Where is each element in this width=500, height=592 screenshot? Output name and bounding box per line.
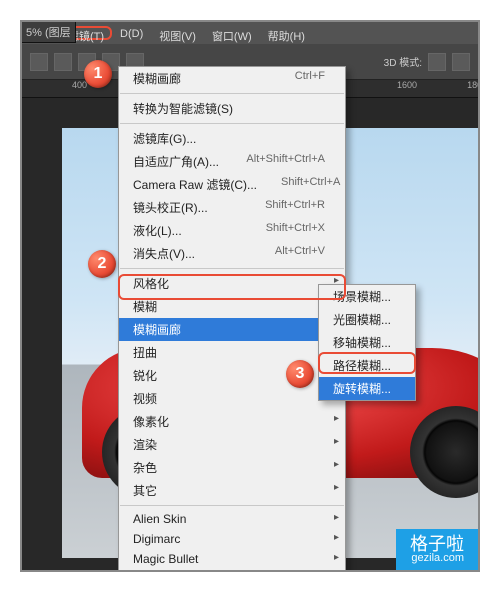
menu-item-blur-gallery[interactable]: 模糊画廊 bbox=[119, 318, 345, 341]
submenu-item-spin-blur[interactable]: 旋转模糊... bbox=[319, 377, 415, 400]
annotation-badge-3: 3 bbox=[286, 360, 314, 388]
submenu-item-tilt-shift[interactable]: 移轴模糊... bbox=[319, 331, 415, 354]
menu-item-other[interactable]: 其它 bbox=[119, 479, 345, 502]
menu-item-blur[interactable]: 模糊 bbox=[119, 295, 345, 318]
submenu-item-path-blur[interactable]: 路径模糊... bbox=[319, 354, 415, 377]
menu-view[interactable]: 视图(V) bbox=[151, 26, 204, 40]
menu-item-adaptive-wide[interactable]: 自适应广角(A)...Alt+Shift+Ctrl+A bbox=[119, 150, 345, 173]
annotation-badge-1: 1 bbox=[84, 60, 112, 88]
submenu-item-iris-blur[interactable]: 光圈模糊... bbox=[319, 308, 415, 331]
menu-item-red-giant[interactable]: Red Giant Software bbox=[119, 569, 345, 572]
menu-item-last-filter[interactable]: 模糊画廊Ctrl+F bbox=[119, 67, 345, 90]
menu-separator bbox=[120, 505, 344, 506]
menu-item-smart-filter[interactable]: 转换为智能滤镜(S) bbox=[119, 97, 345, 120]
menu-d[interactable]: D(D) bbox=[112, 26, 151, 40]
tool-icon[interactable] bbox=[54, 53, 72, 71]
menu-item-render[interactable]: 渲染 bbox=[119, 433, 345, 456]
zoom-label: 5% (图层 bbox=[22, 22, 76, 43]
menu-item-magic-bullet[interactable]: Magic Bullet bbox=[119, 549, 345, 569]
menu-separator bbox=[120, 93, 344, 94]
menu-item-noise[interactable]: 杂色 bbox=[119, 456, 345, 479]
blur-gallery-submenu: 场景模糊... 光圈模糊... 移轴模糊... 路径模糊... 旋转模糊... bbox=[318, 284, 416, 401]
menu-item-distort[interactable]: 扭曲 bbox=[119, 341, 345, 364]
ruler-mark: 1800 bbox=[467, 80, 480, 97]
ruler-mark: 400 bbox=[72, 80, 87, 97]
menu-item-lens-correction[interactable]: 镜头校正(R)...Shift+Ctrl+R bbox=[119, 196, 345, 219]
watermark-brand: 格子啦 bbox=[410, 534, 464, 554]
menu-item-video[interactable]: 视频 bbox=[119, 387, 345, 410]
menu-item-camera-raw[interactable]: Camera Raw 滤镜(C)...Shift+Ctrl+A bbox=[119, 173, 345, 196]
menubar: 选择 滤镜(T) D(D) 视图(V) 窗口(W) 帮助(H) bbox=[22, 22, 478, 44]
ruler-mark: 1600 bbox=[397, 80, 417, 97]
menu-item-stylize[interactable]: 风格化 bbox=[119, 272, 345, 295]
menu-window[interactable]: 窗口(W) bbox=[204, 26, 260, 40]
menu-item-pixelate[interactable]: 像素化 bbox=[119, 410, 345, 433]
menu-item-alien-skin[interactable]: Alien Skin bbox=[119, 509, 345, 529]
submenu-item-field-blur[interactable]: 场景模糊... bbox=[319, 285, 415, 308]
annotation-badge-2: 2 bbox=[88, 250, 116, 278]
watermark: 格子啦 gezila.com bbox=[396, 529, 478, 570]
menu-separator bbox=[120, 268, 344, 269]
mode-icon[interactable] bbox=[428, 53, 446, 71]
menu-help[interactable]: 帮助(H) bbox=[260, 26, 313, 40]
mode-icon[interactable] bbox=[452, 53, 470, 71]
menu-item-liquify[interactable]: 液化(L)...Shift+Ctrl+X bbox=[119, 219, 345, 242]
filter-menu: 模糊画廊Ctrl+F 转换为智能滤镜(S) 滤镜库(G)... 自适应广角(A)… bbox=[118, 66, 346, 572]
tool-icon[interactable] bbox=[30, 53, 48, 71]
watermark-url: gezila.com bbox=[410, 553, 464, 564]
menu-item-vanishing-point[interactable]: 消失点(V)...Alt+Ctrl+V bbox=[119, 242, 345, 265]
menu-item-digimarc[interactable]: Digimarc bbox=[119, 529, 345, 549]
mode-label: 3D 模式: bbox=[384, 54, 422, 69]
menu-item-filter-gallery[interactable]: 滤镜库(G)... bbox=[119, 127, 345, 150]
menu-separator bbox=[120, 123, 344, 124]
